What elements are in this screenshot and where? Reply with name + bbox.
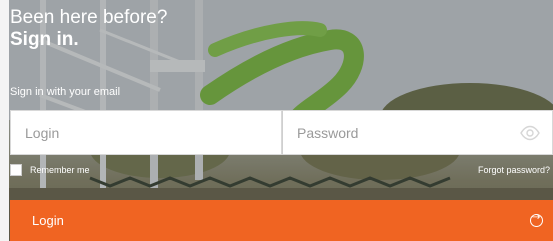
password-field-wrapper (282, 110, 553, 155)
remember-me[interactable]: Remember me (10, 164, 90, 176)
eye-icon[interactable] (520, 125, 540, 141)
remember-me-checkbox[interactable] (10, 164, 22, 176)
sign-in-panel: Been here before? Sign in. Sign in with … (0, 0, 553, 241)
password-input[interactable] (283, 111, 552, 154)
credential-fields (10, 110, 553, 155)
login-button[interactable]: Login (10, 200, 553, 241)
arrow-right-circle-icon (530, 212, 543, 227)
login-button-label: Login (32, 213, 64, 228)
page-title: Sign in. (10, 28, 79, 50)
headline: Been here before? Sign in. (10, 7, 168, 51)
login-field-wrapper (10, 110, 282, 155)
login-input[interactable] (11, 111, 281, 154)
left-edge (0, 0, 9, 241)
forgot-password-link[interactable]: Forgot password? (478, 165, 550, 175)
email-hint: Sign in with your email (10, 86, 121, 98)
remember-me-label: Remember me (30, 165, 90, 175)
welcome-back-text: Been here before? (10, 7, 168, 28)
